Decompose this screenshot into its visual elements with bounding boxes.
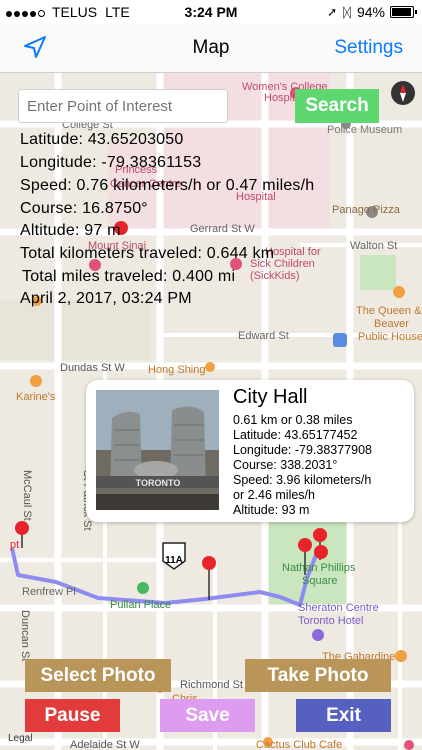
map-label: Panago Pizza [332, 204, 401, 216]
map-label: Beaver [374, 318, 409, 330]
map-label: Hospit [264, 92, 295, 104]
map-label: McCaul St [21, 470, 33, 521]
take-photo-button[interactable]: Take Photo [245, 659, 391, 692]
legal-link[interactable]: Legal [8, 733, 32, 744]
callout-distance: 0.61 km or 0.38 miles [233, 413, 353, 427]
location-arrow-icon: ➚ [327, 5, 338, 19]
map-label: Sheraton Centre [298, 602, 379, 614]
status-bar: TELUS LTE 3:24 PM ➚ ᛞ 94% [0, 0, 422, 24]
total-miles-readout: Total miles traveled: 0.400 mi [22, 268, 236, 285]
battery-percent: 94% [356, 4, 385, 20]
map-label: Cactus Club Cafe [256, 739, 342, 750]
longitude-readout: Longitude: -79.38361153 [20, 154, 202, 171]
latitude-readout: Latitude: 43.65203050 [20, 131, 184, 148]
map-label: The Queen & [356, 305, 422, 317]
save-button[interactable]: Save [160, 699, 255, 732]
map-label: Gerrard St W [190, 223, 255, 235]
callout-speed-miles: or 2.46 miles/h [233, 488, 315, 502]
settings-button[interactable]: Settings [334, 37, 403, 59]
map-label: Duncan St [19, 610, 31, 661]
course-readout: Course: 16.8750° [20, 200, 148, 217]
pause-button[interactable]: Pause [25, 699, 120, 732]
search-button[interactable]: Search [295, 89, 379, 123]
callout-course: Course: 338.2031° [233, 458, 338, 472]
altitude-readout: Altitude: 97 m [20, 222, 121, 239]
map-label: Police Museum [327, 124, 402, 136]
callout-latitude: Latitude: 43.65177452 [233, 428, 358, 442]
point-of-interest-input[interactable] [18, 89, 228, 123]
exit-button[interactable]: Exit [296, 699, 391, 732]
map-label: pt [10, 539, 19, 551]
map-label: (SickKids) [250, 270, 300, 282]
map-label: Edward St [238, 330, 289, 342]
map-label: Hong Shing [148, 364, 206, 376]
callout-longitude: Longitude: -79.38377908 [233, 443, 373, 457]
route-shield-label: 11A [165, 555, 183, 566]
timestamp-readout: April 2, 2017, 03:24 PM [20, 290, 192, 307]
map-label: Karine's [16, 391, 56, 403]
map-label: Pullan Place [110, 599, 171, 611]
compass-icon[interactable] [390, 80, 416, 106]
map-label: Toronto Hotel [298, 615, 363, 627]
map-label: Renfrew Pl [22, 586, 76, 598]
speed-readout: Speed: 0.76 kilometers/h or 0.47 miles/h [20, 177, 315, 194]
city-hall-photo: TORONTO [96, 390, 219, 510]
callout-speed: Speed: 3.96 kilometers/h [233, 473, 372, 487]
map-label: Walton St [350, 240, 397, 252]
bluetooth-icon: ᛞ [343, 4, 351, 20]
callout-altitude: Altitude: 93 m [233, 503, 310, 517]
map-label: Dundas St W [60, 362, 125, 374]
battery-icon [390, 6, 417, 18]
point-of-interest-callout[interactable]: TORONTO City Hall 0.61 km or 0.38 miles … [86, 380, 414, 522]
select-photo-button[interactable]: Select Photo [25, 659, 171, 692]
map-label: Adelaide St W [70, 739, 140, 750]
navigation-bar: Map Settings [0, 24, 422, 73]
map-label: Public House [358, 331, 422, 343]
map-label: Nathan Phillips [282, 562, 356, 574]
map-label: Square [302, 575, 337, 587]
photo-sign-text: TORONTO [136, 478, 181, 488]
callout-title: City Hall [233, 386, 308, 408]
total-kilometers-readout: Total kilometers traveled: 0.644 km [20, 245, 275, 262]
